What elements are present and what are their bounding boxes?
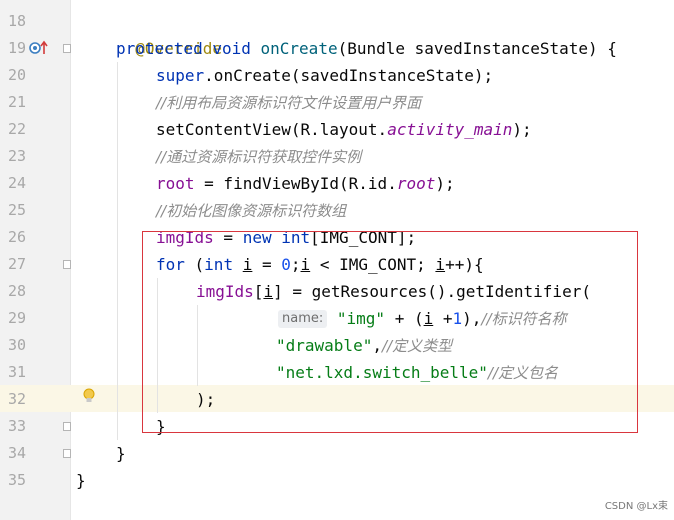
code-token: .onCreate(savedInstanceState); — [204, 66, 494, 85]
code-token: ); — [435, 174, 455, 193]
fold-marker-icon[interactable] — [63, 422, 71, 431]
code-token: } — [116, 444, 126, 463]
field-token: root — [396, 174, 436, 193]
line-number: 20 — [7, 66, 26, 84]
keyword-token: protected — [116, 39, 203, 58]
keyword-token: super — [156, 66, 205, 85]
watermark: CSDN @Lx束 — [604, 501, 668, 512]
indent-guide — [117, 62, 118, 440]
lightbulb-icon[interactable] — [82, 388, 96, 404]
line-number: 34 — [7, 444, 26, 462]
comment-token: //通过资源标识符获取控件实例 — [156, 148, 362, 166]
code-line-23: //通过资源标识符获取控件实例 — [156, 143, 361, 171]
code-line-20: super.onCreate(savedInstanceState); — [156, 62, 493, 89]
comment-token: //利用布局资源标识符文件设置用户界面 — [156, 94, 422, 112]
code-token: ); — [512, 120, 532, 139]
line-number: 27 — [7, 255, 26, 273]
fold-marker-icon[interactable] — [63, 260, 71, 269]
line-number: 28 — [7, 282, 26, 300]
line-number: 22 — [7, 120, 26, 138]
code-token: = findViewById(R.id. — [194, 174, 397, 193]
line-number: 18 — [7, 12, 26, 30]
method-name-token: onCreate — [260, 39, 338, 58]
fold-marker-icon[interactable] — [63, 44, 71, 53]
override-method-icon[interactable] — [29, 40, 49, 56]
line-number: 21 — [7, 93, 26, 111]
line-number: 35 — [7, 471, 26, 489]
highlight-box — [142, 231, 638, 433]
field-token: activity_main — [387, 120, 513, 139]
code-line-34: } — [116, 440, 126, 467]
code-line-19: protected void onCreate(Bundle savedInst… — [116, 35, 617, 62]
line-number: 31 — [7, 363, 26, 381]
line-number: 33 — [7, 417, 26, 435]
code-line-25: //初始化图像资源标识符数组 — [156, 197, 346, 225]
code-line-35: } — [76, 467, 86, 494]
code-line-24: root = findViewById(R.id.root); — [156, 170, 455, 197]
fold-marker-icon[interactable] — [63, 449, 71, 458]
code-token: (Bundle savedInstanceState) { — [337, 39, 617, 58]
field-token: root — [156, 174, 195, 193]
line-number: 19 — [7, 39, 26, 57]
line-number: 23 — [7, 147, 26, 165]
line-number: 25 — [7, 201, 26, 219]
code-line-22: setContentView(R.layout.activity_main); — [156, 116, 532, 143]
keyword-token: void — [212, 39, 251, 58]
line-number: 29 — [7, 309, 26, 327]
code-line-21: //利用布局资源标识符文件设置用户界面 — [156, 89, 421, 117]
code-token: setContentView(R.layout. — [156, 120, 388, 139]
comment-token: //初始化图像资源标识符数组 — [156, 202, 347, 220]
line-number: 32 — [7, 390, 26, 408]
line-number: 30 — [7, 336, 26, 354]
line-number: 26 — [7, 228, 26, 246]
code-token: } — [76, 471, 86, 490]
line-number: 24 — [7, 174, 26, 192]
